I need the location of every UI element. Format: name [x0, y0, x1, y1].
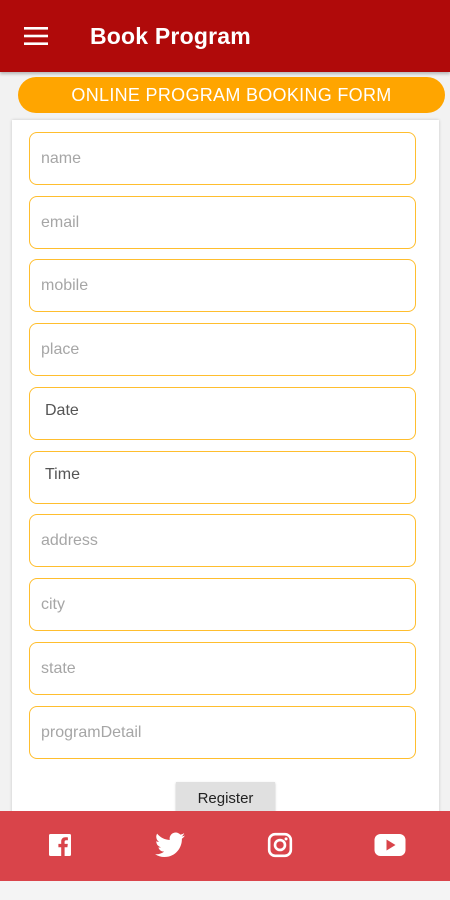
register-button[interactable]: Register	[176, 782, 275, 814]
instagram-icon	[267, 832, 293, 858]
email-field[interactable]: email	[29, 196, 416, 249]
address-field[interactable]: address	[29, 514, 416, 567]
program-detail-field[interactable]: programDetail	[29, 706, 416, 759]
twitter-link[interactable]	[154, 829, 186, 861]
app-bar: Book Program	[0, 0, 450, 72]
place-field[interactable]: place	[29, 323, 416, 376]
youtube-link[interactable]	[374, 829, 406, 861]
city-field[interactable]: city	[29, 578, 416, 631]
youtube-icon	[374, 834, 406, 856]
facebook-icon	[49, 834, 71, 856]
name-field[interactable]: name	[29, 132, 416, 185]
instagram-link[interactable]	[264, 829, 296, 861]
state-field[interactable]: state	[29, 642, 416, 695]
booking-form-banner: ONLINE PROGRAM BOOKING FORM	[18, 77, 445, 113]
menu-button[interactable]	[0, 0, 72, 72]
date-picker-field[interactable]: Date	[29, 387, 416, 440]
time-picker-field[interactable]: Time	[29, 451, 416, 504]
system-navigation-bar	[0, 881, 450, 900]
page-title: Book Program	[90, 22, 251, 49]
social-footer	[0, 811, 450, 881]
facebook-link[interactable]	[44, 829, 76, 861]
hamburger-menu-icon	[24, 27, 48, 45]
twitter-icon	[155, 832, 185, 857]
mobile-field[interactable]: mobile	[29, 259, 416, 312]
